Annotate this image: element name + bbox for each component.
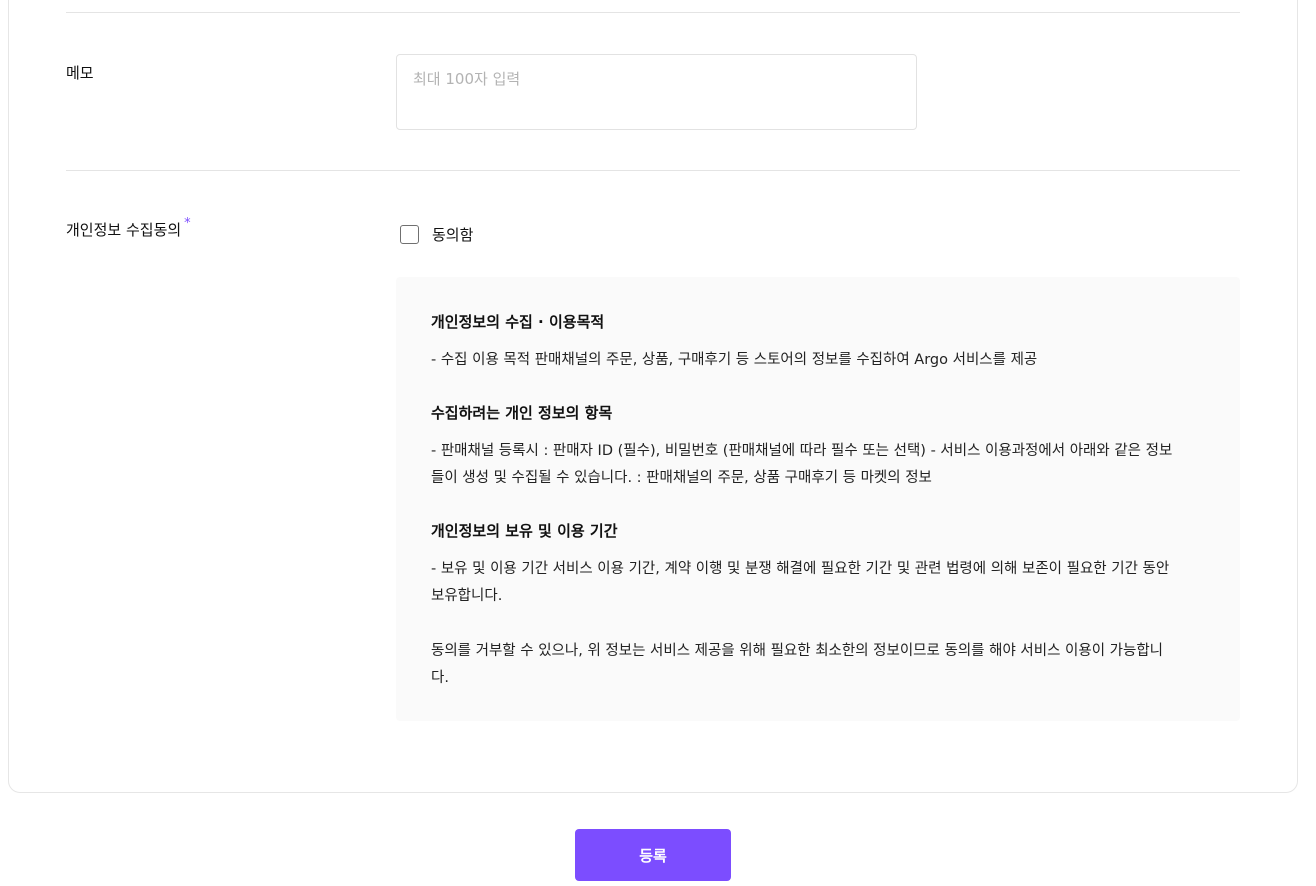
- required-mark: *: [184, 216, 191, 231]
- terms-section-body: - 수집 이용 목적 판매채널의 주문, 상품, 구매후기 등 스토어의 정보를…: [431, 352, 1038, 368]
- consent-checkbox[interactable]: [400, 225, 419, 244]
- consent-terms-box: 개인정보의 수집 · 이용목적 - 수집 이용 목적 판매채널의 주문, 상품,…: [396, 277, 1240, 721]
- section-divider: [66, 170, 1240, 171]
- submit-button[interactable]: 등록: [575, 829, 731, 881]
- terms-section-title: 개인정보의 보유 및 이용 기간: [431, 522, 618, 540]
- consent-checkbox-row[interactable]: 동의함: [400, 224, 473, 245]
- terms-note: 동의를 거부할 수 있으나, 위 정보는 서비스 제공을 위해 필요한 최소한의…: [431, 643, 1164, 686]
- terms-section-body: - 보유 및 이용 기간 서비스 이용 기간, 계약 이행 및 분쟁 해결에 필…: [431, 561, 1170, 604]
- section-divider: [66, 12, 1240, 13]
- memo-label: 메모: [66, 64, 94, 82]
- terms-section-body: - 판매채널 등록시 : 판매자 ID (필수), 비밀번호 (판매채널에 따라…: [431, 443, 1173, 486]
- terms-section-title: 수집하려는 개인 정보의 항목: [431, 404, 613, 422]
- terms-section-title: 개인정보의 수집 · 이용목적: [431, 313, 605, 331]
- memo-input[interactable]: [396, 54, 917, 130]
- consent-label: 개인정보 수집동의 *: [66, 216, 191, 240]
- consent-label-text: 개인정보 수집동의: [66, 221, 182, 239]
- consent-checkbox-label[interactable]: 동의함: [432, 224, 473, 245]
